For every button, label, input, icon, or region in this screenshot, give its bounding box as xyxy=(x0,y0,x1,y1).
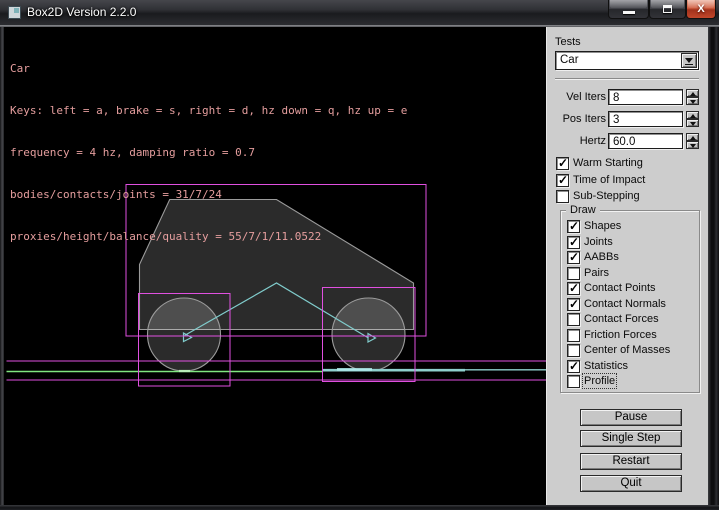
vel-iters-spin-down-button[interactable] xyxy=(686,97,699,105)
vel-iters-input[interactable]: 8 xyxy=(608,89,683,105)
maximize-button[interactable] xyxy=(649,0,686,19)
check-icon: ✓ xyxy=(569,297,579,311)
tests-dropdown[interactable]: Car xyxy=(555,51,699,70)
checkbox-box[interactable]: ✓ xyxy=(567,236,580,249)
arrow-down-icon xyxy=(690,100,696,104)
arrow-up-icon xyxy=(690,92,696,96)
pos-iters-row: Pos Iters 3 xyxy=(547,111,709,127)
checkbox-box[interactable]: ✓ xyxy=(556,157,569,170)
check-icon: ✓ xyxy=(558,173,568,187)
separator-line xyxy=(555,78,699,80)
proxies-line: proxies/height/balance/quality = 55/7/1/… xyxy=(10,230,407,244)
checkbox-box[interactable]: ✓ xyxy=(556,174,569,187)
pos-iters-input[interactable]: 3 xyxy=(608,111,683,127)
hertz-row: Hertz 60.0 xyxy=(547,133,709,149)
vel-iters-spinner xyxy=(686,89,699,105)
bodies-line: bodies/contacts/joints = 31/7/24 xyxy=(10,188,407,202)
checkbox-box[interactable]: ✓ xyxy=(567,220,580,233)
check-icon: ✓ xyxy=(569,250,579,264)
checkbox-box[interactable] xyxy=(567,329,580,342)
draw-group-title: Draw xyxy=(566,204,600,216)
hertz-spin-up-button[interactable] xyxy=(686,133,699,141)
vel-iters-spin-up-button[interactable] xyxy=(686,89,699,97)
window-title: Box2D Version 2.2.0 xyxy=(27,5,136,19)
checkbox-box[interactable] xyxy=(567,375,580,388)
frequency-line: frequency = 4 hz, damping ratio = 0.7 xyxy=(10,146,407,160)
restart-button[interactable]: Restart xyxy=(580,453,682,470)
checkbox-box[interactable] xyxy=(567,344,580,357)
draw-groupbox: Draw ✓ Shapes ✓ Joints ✓ AABBs Pairs ✓ C… xyxy=(560,210,700,393)
tests-label: Tests xyxy=(555,36,581,48)
chevron-down-icon xyxy=(685,58,693,63)
arrow-up-icon xyxy=(690,114,696,118)
tests-dropdown-value: Car xyxy=(560,54,579,66)
check-icon: ✓ xyxy=(569,235,579,249)
checkbox-box[interactable]: ✓ xyxy=(567,282,580,295)
hertz-spinner xyxy=(686,133,699,149)
maximize-icon xyxy=(663,5,672,13)
close-button[interactable]: X xyxy=(686,0,716,19)
arrow-down-icon xyxy=(690,122,696,126)
pause-button[interactable]: Pause xyxy=(580,409,682,426)
checkbox-box[interactable]: ✓ xyxy=(567,360,580,373)
pos-iters-spinner xyxy=(686,111,699,127)
check-icon: ✓ xyxy=(569,219,579,233)
single-step-button[interactable]: Single Step xyxy=(580,430,682,447)
window-bottom-border xyxy=(0,505,719,510)
minimize-icon xyxy=(623,11,635,14)
app-icon xyxy=(8,6,21,19)
check-icon: ✓ xyxy=(558,156,568,170)
vel-iters-row: Vel Iters 8 xyxy=(547,89,709,105)
window-right-border xyxy=(708,27,719,505)
pos-iters-spin-down-button[interactable] xyxy=(686,119,699,127)
vel-iters-label: Vel Iters xyxy=(547,91,606,103)
close-icon: X xyxy=(687,3,715,15)
titlebar[interactable]: Box2D Version 2.2.0 X xyxy=(0,0,719,25)
checkbox-box[interactable]: ✓ xyxy=(567,251,580,264)
checkbox-box[interactable]: ✓ xyxy=(567,298,580,311)
window-left-border xyxy=(0,27,4,505)
checkbox-box[interactable] xyxy=(567,313,580,326)
check-icon: ✓ xyxy=(569,359,579,373)
keys-help-line: Keys: left = a, brake = s, right = d, hz… xyxy=(10,104,407,118)
pos-iters-label: Pos Iters xyxy=(547,113,606,125)
control-panel: Tests Car Vel Iters 8 Pos Iters 3 xyxy=(546,27,708,505)
arrow-up-icon xyxy=(690,136,696,140)
pos-iters-spin-up-button[interactable] xyxy=(686,111,699,119)
arrow-down-icon xyxy=(690,144,696,148)
check-icon: ✓ xyxy=(569,281,579,295)
simulation-canvas[interactable]: Car Keys: left = a, brake = s, right = d… xyxy=(4,27,546,505)
quit-button[interactable]: Quit xyxy=(580,475,682,492)
checkbox-box[interactable] xyxy=(556,190,569,203)
tests-dropdown-arrow-button[interactable] xyxy=(681,53,697,68)
statistics-text: Car Keys: left = a, brake = s, right = d… xyxy=(10,34,407,272)
checkbox-box[interactable] xyxy=(567,267,580,280)
box2d-testbed-window: Box2D Version 2.2.0 X xyxy=(0,0,719,510)
test-name-line: Car xyxy=(10,62,407,76)
hertz-input[interactable]: 60.0 xyxy=(608,133,683,149)
hertz-label: Hertz xyxy=(547,135,606,147)
minimize-button[interactable] xyxy=(608,0,649,19)
hertz-spin-down-button[interactable] xyxy=(686,141,699,149)
